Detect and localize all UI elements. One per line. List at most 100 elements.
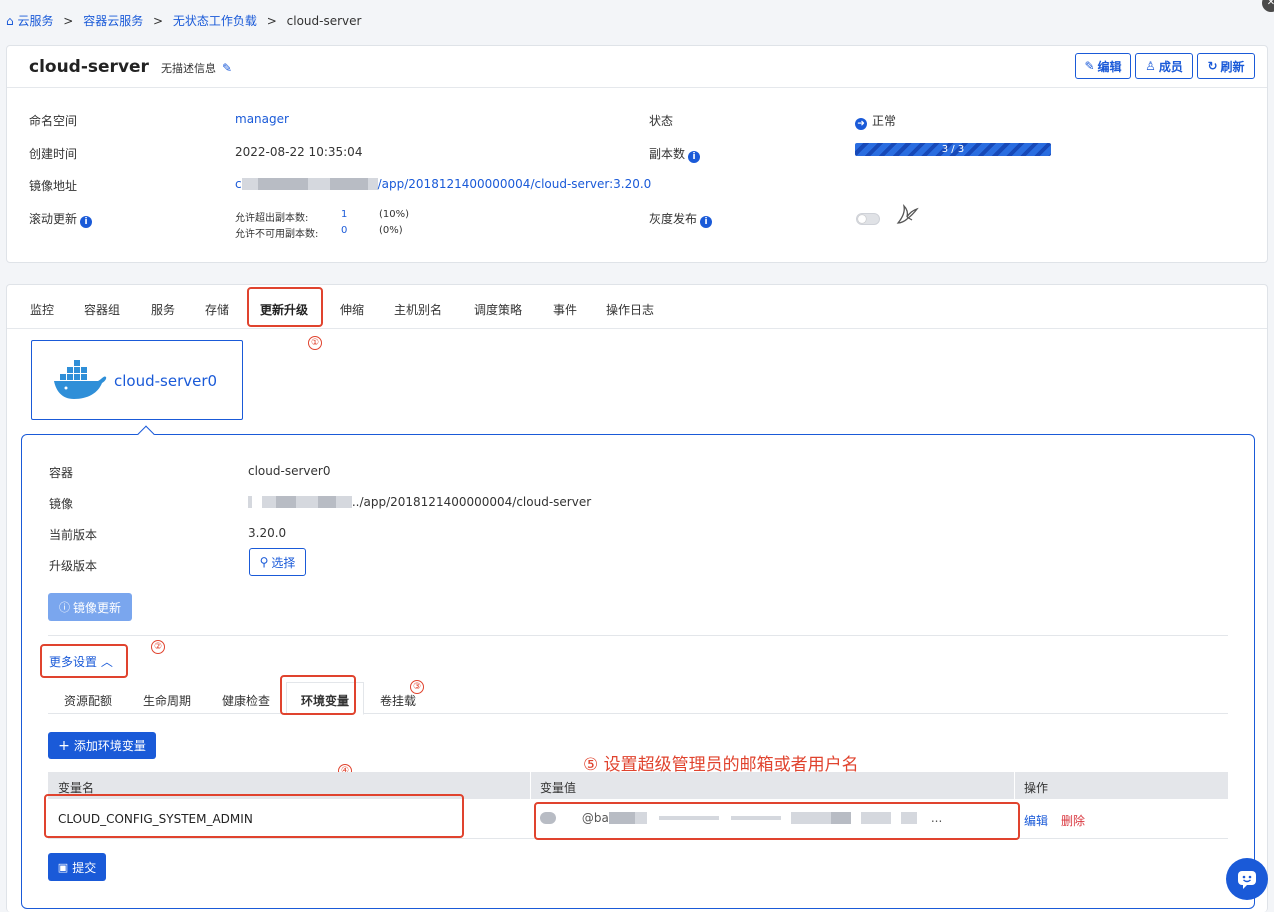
current-version-label: 当前版本 [49,528,98,542]
search-icon: ⚲ [259,555,269,569]
status-text: 正常 [872,114,897,128]
surge-value: 1 [341,209,348,220]
subtab-health-check[interactable]: 健康检查 [222,692,270,709]
status-value: ➜ 正常 [855,112,896,130]
select-version-button[interactable]: ⚲ 选择 [249,548,306,576]
info-icon[interactable]: i [80,216,93,228]
namespace-value[interactable]: manager [235,112,289,126]
redacted-block [257,178,308,190]
edit-button[interactable]: ✎ 编辑 [1075,53,1131,79]
status-label: 状态 [649,114,674,128]
subtab-resource-quota[interactable]: 资源配额 [64,692,112,709]
edit-pencil-icon[interactable]: ✎ [222,61,232,75]
breadcrumb-cloud-service[interactable]: 云服务 [17,14,53,28]
description: 无描述信息 ✎ [161,60,232,76]
bird-icon [896,204,919,224]
add-env-var-label: 添加环境变量 [73,739,146,753]
info-circle-icon: ⓘ [58,601,70,614]
annotation-3: ③ [410,680,424,694]
unavailable-percent: (0%) [379,225,403,236]
docker-icon [54,360,107,399]
annotation-box-2 [40,644,128,678]
redacted-block [367,178,378,190]
refresh-button[interactable]: ↻ 刷新 [1197,53,1255,79]
pencil-icon: ✎ [1084,59,1095,73]
tab-scaling[interactable]: 伸缩 [340,301,364,318]
redacted-block [241,178,258,190]
chat-icon [1238,871,1256,889]
divider [48,635,1228,636]
submit-button-label: 提交 [72,860,97,875]
subtab-volume-mount[interactable]: 卷挂载 [380,692,416,709]
info-icon[interactable]: i [700,216,713,228]
upgrade-version-label: 升级版本 [49,559,98,573]
image-label: 镜像 [49,497,74,511]
replicas-label: 副本数 i [649,145,701,163]
annotation-box-4 [44,794,464,838]
annotation-box-5 [534,802,1020,840]
close-icon[interactable]: ✕ [1262,0,1274,12]
tab-scheduling[interactable]: 调度策略 [474,301,522,318]
breadcrumb-separator: > [266,14,277,28]
plus-icon: + [58,737,70,754]
surge-percent: (10%) [379,209,410,220]
annotation-box-1 [247,287,323,327]
breadcrumb-container-cloud[interactable]: 容器云服务 [83,14,143,28]
delete-env-link[interactable]: 删除 [1061,812,1085,829]
tab-events[interactable]: 事件 [553,301,577,318]
tab-monitor[interactable]: 监控 [30,301,54,318]
refresh-button-label: 刷新 [1220,59,1245,74]
image-update-button[interactable]: ⓘ 镜像更新 [48,593,132,621]
image-address-value[interactable]: c/app/2018121400000004/cloud-server:3.20… [235,177,651,191]
breadcrumb-current: cloud-server [286,14,362,28]
tab-storage[interactable]: 存储 [205,301,229,318]
redacted-block [329,178,368,190]
annotation-2: ② [151,640,165,654]
chat-support-button[interactable] [1226,858,1268,900]
gray-release-toggle[interactable] [856,213,880,225]
created-label: 创建时间 [29,147,78,161]
rolling-update-label: 滚动更新 i [29,210,93,228]
add-env-var-button[interactable]: + 添加环境变量 [48,732,156,759]
col-var-value: 变量值 [540,781,577,795]
column-separator [530,772,531,799]
redacted-block [261,496,276,508]
container-value: cloud-server0 [248,464,331,478]
breadcrumb-separator: > [153,14,164,28]
subtab-lifecycle[interactable]: 生命周期 [143,692,191,709]
image-update-label: 镜像更新 [72,600,121,615]
user-icon: ♙ [1145,59,1156,73]
edit-env-link[interactable]: 编辑 [1024,812,1048,829]
container-card[interactable]: cloud-server0 [31,340,243,420]
breadcrumb: ⌂ 云服务 > 容器云服务 > 无状态工作负载 > cloud-server [6,12,361,29]
gray-release-text: 灰度发布 [649,212,698,226]
select-button-label: 选择 [271,555,296,570]
tab-host-alias[interactable]: 主机别名 [394,301,442,318]
redacted-block [335,496,352,508]
redacted-block [248,496,252,508]
image-address-label: 镜像地址 [29,179,78,193]
rolling-update-text: 滚动更新 [29,212,78,226]
page-title: cloud-server [29,57,149,77]
tab-operation-log[interactable]: 操作日志 [606,301,654,318]
refresh-icon: ↻ [1207,59,1218,73]
breadcrumb-stateless-workload[interactable]: 无状态工作负载 [173,14,257,28]
tab-pods[interactable]: 容器组 [84,301,120,318]
unavailable-label: 允许不可用副本数: [235,229,319,240]
tab-services[interactable]: 服务 [151,301,175,318]
members-button[interactable]: ♙ 成员 [1135,53,1193,79]
image-prefix: c [235,177,242,191]
surge-label: 允许超出副本数: [235,213,309,224]
submit-button[interactable]: ▣ 提交 [48,853,106,881]
edit-button-label: 编辑 [1097,59,1122,74]
info-icon[interactable]: i [688,151,701,163]
status-arrow-icon: ➜ [855,118,867,130]
redacted-block [295,496,318,508]
column-separator [1014,772,1015,799]
panel-pointer [137,425,155,443]
redacted-block [307,178,330,190]
breadcrumb-separator: > [63,14,74,28]
settings-subtabs: 资源配额 生命周期 健康检查 环境变量 卷挂载 [48,682,1228,715]
replicas-text: 副本数 [649,147,686,161]
workload-main-card: 监控 容器组 服务 存储 更新升级 伸缩 主机别名 调度策略 事件 操作日志 ①… [6,284,1268,912]
